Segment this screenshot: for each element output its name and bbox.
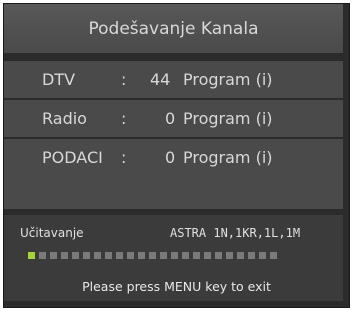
progress-segment — [61, 252, 68, 259]
row-label-radio: Radio — [42, 109, 87, 128]
dtv-row: DTV : 44 Program (i) — [4, 61, 343, 98]
row-unit: Program (i) — [183, 109, 273, 128]
progress-segment — [149, 252, 156, 259]
menu-title-bar: Podešavanje Kanala — [4, 4, 343, 53]
scan-progress-bar — [28, 252, 277, 259]
row-label-data: PODACI — [42, 148, 103, 167]
progress-segment — [182, 252, 189, 259]
row-value-data: 0 — [165, 148, 176, 167]
row-unit: Program (i) — [183, 148, 273, 167]
row-value-dtv: 44 — [150, 70, 171, 89]
progress-segment — [248, 252, 255, 259]
row-colon: : — [121, 109, 127, 128]
progress-segment — [193, 252, 200, 259]
row-unit: Program (i) — [183, 70, 273, 89]
progress-segment — [105, 252, 112, 259]
radio-row: Radio : 0 Program (i) — [4, 100, 343, 137]
progress-segment — [204, 252, 211, 259]
progress-segment — [94, 252, 101, 259]
row-label-dtv: DTV — [42, 70, 76, 89]
progress-segment — [226, 252, 233, 259]
progress-segment — [237, 252, 244, 259]
progress-segment — [127, 252, 134, 259]
progress-segment — [270, 252, 277, 259]
progress-segment — [72, 252, 79, 259]
row-colon: : — [121, 148, 127, 167]
menu-title: Podešavanje Kanala — [88, 18, 259, 39]
progress-segment — [138, 252, 145, 259]
scan-status-label: Učitavanje — [20, 226, 84, 240]
progress-segment — [259, 252, 266, 259]
progress-segment — [39, 252, 46, 259]
exit-instruction: Please press MENU key to exit — [82, 279, 271, 294]
progress-segment — [83, 252, 90, 259]
progress-segment — [50, 252, 57, 259]
data-row: PODACI : 0 Program (i) — [4, 139, 343, 176]
progress-segment — [215, 252, 222, 259]
row-colon: : — [121, 70, 127, 89]
row-value-radio: 0 — [165, 109, 176, 128]
empty-row — [4, 176, 343, 209]
progress-segment — [28, 252, 35, 259]
progress-segment — [116, 252, 123, 259]
satellite-name: ASTRA 1N,1KR,1L,1M — [170, 226, 301, 240]
progress-segment — [171, 252, 178, 259]
progress-segment — [160, 252, 167, 259]
